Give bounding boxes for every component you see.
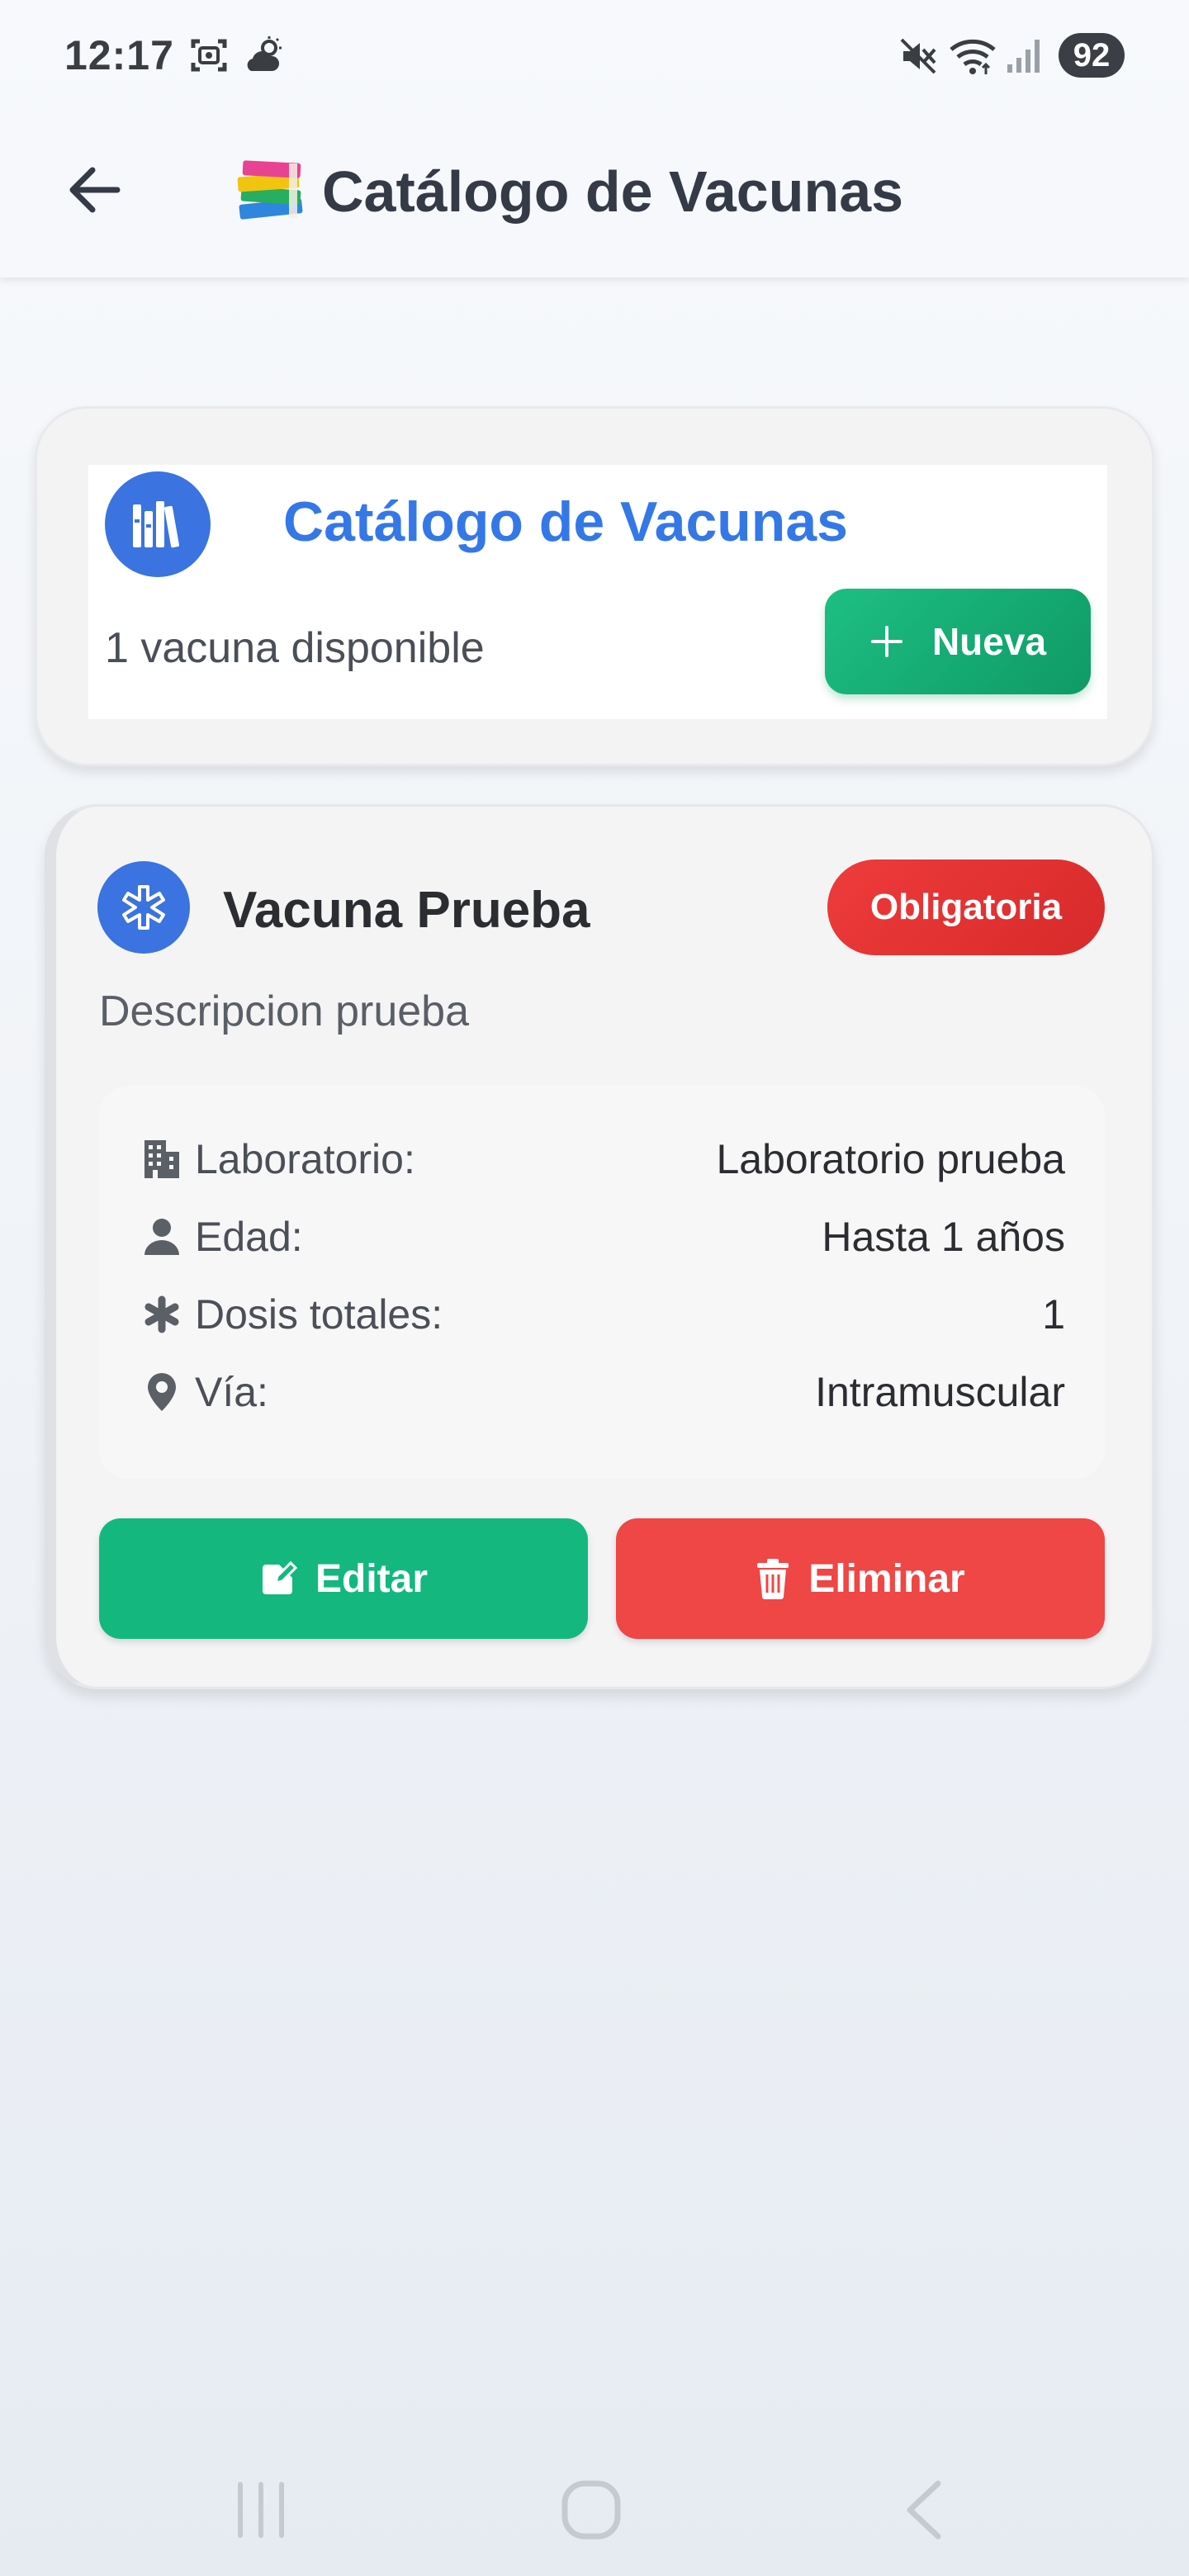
- catalog-header-card: Catálogo de Vacunas 1 vacuna disponible …: [35, 406, 1154, 766]
- vaccine-count: 1 vacuna disponible: [105, 624, 485, 672]
- detail-row-laboratory: Laboratorio: Laboratorio prueba: [140, 1120, 1065, 1198]
- medical-star-icon: [97, 861, 190, 954]
- screenshot-icon: [191, 39, 227, 72]
- detail-value: 1: [1042, 1291, 1065, 1338]
- edit-label: Editar: [315, 1556, 429, 1601]
- back-arrow-icon: [69, 167, 121, 213]
- app-bar: Catálogo de Vacunas: [0, 116, 1189, 277]
- trash-icon: [757, 1559, 789, 1599]
- vaccine-description: Descripcion prueba: [99, 987, 470, 1035]
- battery-indicator: 92: [1059, 33, 1125, 78]
- back-button[interactable]: [54, 150, 134, 230]
- edit-button[interactable]: Editar: [99, 1518, 588, 1639]
- new-vaccine-label: Nueva: [931, 620, 1047, 663]
- mute-icon: [900, 38, 936, 74]
- home-icon: [561, 2480, 621, 2540]
- detail-row-route: Vía: Intramuscular: [140, 1353, 1065, 1431]
- system-back-button[interactable]: [875, 2469, 974, 2551]
- asterisk-icon: [140, 1293, 183, 1336]
- detail-row-age: Edad: Hasta 1 años: [140, 1198, 1065, 1276]
- detail-value: Intramuscular: [815, 1369, 1065, 1415]
- detail-value: Hasta 1 años: [822, 1214, 1065, 1260]
- building-icon: [140, 1138, 183, 1181]
- status-time: 12:17: [64, 32, 174, 78]
- new-vaccine-button[interactable]: Nueva: [825, 589, 1091, 694]
- detail-label: Dosis totales:: [195, 1291, 443, 1338]
- user-icon: [140, 1215, 183, 1258]
- location-pin-icon: [140, 1371, 183, 1413]
- catalog-header-inner: Catálogo de Vacunas 1 vacuna disponible …: [88, 465, 1107, 719]
- required-badge: Obligatoria: [827, 859, 1105, 955]
- wifi-icon: [950, 39, 996, 74]
- catalog-title: Catálogo de Vacunas: [283, 490, 848, 553]
- detail-row-doses: Dosis totales: 1: [140, 1276, 1065, 1353]
- page-title-text: Catálogo de Vacunas: [322, 159, 904, 224]
- vaccine-card: Vacuna Prueba Obligatoria Descripcion pr…: [45, 804, 1154, 1689]
- vaccine-details: Laboratorio: Laboratorio prueba Edad: Ha…: [99, 1086, 1105, 1479]
- system-nav-bar: [0, 2444, 1189, 2576]
- library-icon: [105, 471, 211, 577]
- books-emoji-icon: [233, 159, 307, 225]
- recent-apps-icon: [238, 2482, 284, 2538]
- page-title: Catálogo de Vacunas: [233, 152, 903, 231]
- back-icon: [907, 2480, 941, 2540]
- home-button[interactable]: [542, 2469, 641, 2551]
- detail-label: Laboratorio:: [195, 1136, 415, 1182]
- plus-icon: [870, 626, 902, 657]
- recent-apps-button[interactable]: [211, 2469, 310, 2551]
- signal-icon: [1007, 40, 1040, 73]
- delete-label: Eliminar: [808, 1556, 965, 1601]
- vaccine-name: Vacuna Prueba: [223, 882, 590, 939]
- edit-icon: [262, 1560, 297, 1594]
- status-bar: 12:17 92: [0, 0, 1189, 116]
- delete-button[interactable]: Eliminar: [616, 1518, 1105, 1639]
- detail-label: Edad:: [195, 1214, 303, 1260]
- detail-label: Vía:: [195, 1369, 268, 1415]
- detail-value: Laboratorio prueba: [716, 1136, 1065, 1182]
- weather-icon: [247, 36, 282, 71]
